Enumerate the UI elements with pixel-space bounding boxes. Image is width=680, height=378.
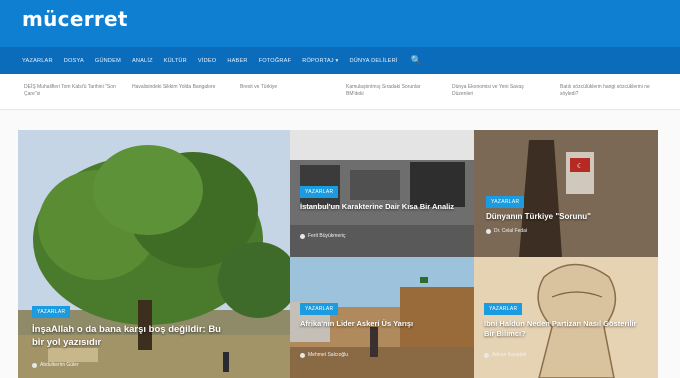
category-badge[interactable]: YAZARLAR — [300, 186, 339, 198]
search-icon[interactable]: 🔍 — [411, 55, 422, 66]
ticker-item[interactable]: Dünya Ekonomisi ve Yeni Savaş Düzenleri — [452, 84, 544, 98]
user-icon — [484, 352, 489, 358]
featured-grid: YAZARLAR İnşaAllah o da bana karşı boş d… — [0, 110, 680, 378]
ticker-item[interactable]: DEİŞ Muhalifleri Tom Kalsi'ü Tarihini "S… — [24, 84, 116, 98]
card-title[interactable]: İbni Haldun Neden Partizan Nasıl Gösteri… — [484, 319, 649, 339]
nav-item-yazarlar[interactable]: YAZARLAR — [22, 58, 53, 64]
featured-card[interactable]: ☾ YAZARLAR Dünyanın Türkiye "Sorunu" Dr.… — [474, 130, 658, 257]
card-author: Adnan Karadeli — [484, 352, 526, 358]
nav-item-analiz[interactable]: ANALİZ — [132, 58, 153, 64]
user-icon — [300, 352, 305, 358]
author-name[interactable]: Dr. Celal Fedai — [494, 228, 527, 234]
nav-item-haber[interactable]: HABER — [227, 58, 247, 64]
category-badge[interactable]: YAZARLAR — [32, 306, 71, 318]
nav-item-dunya-delileri[interactable]: DÜNYA DELİLERİ — [350, 58, 398, 64]
category-badge[interactable]: YAZARLAR — [486, 196, 525, 208]
card-title[interactable]: İstanbul'un Karakterine Dair Kısa Bir An… — [300, 202, 465, 212]
news-ticker: DEİŞ Muhalifleri Tom Kalsi'ü Tarihini "S… — [0, 74, 680, 110]
nav-item-dosya[interactable]: DOSYA — [64, 58, 84, 64]
author-name[interactable]: Abdulkerim Güler — [40, 362, 79, 368]
portrait-sketch — [474, 257, 658, 378]
card-author: Abdulkerim Güler — [32, 362, 79, 368]
card-title[interactable]: İnşaAllah o da bana karşı boş değildir: … — [32, 323, 222, 349]
category-badge[interactable]: YAZARLAR — [300, 303, 339, 315]
user-icon — [300, 233, 305, 239]
ticker-item[interactable]: Kamulaştırılmış Sıradaki Sorunlar BM'dek… — [346, 84, 438, 98]
category-badge[interactable]: YAZARLAR — [484, 303, 523, 315]
ticker-item[interactable]: Brexit ve Türkiye — [240, 84, 332, 91]
site-header: mücerret — [0, 0, 680, 47]
featured-card[interactable]: YAZARLAR İstanbul'un Karakterine Dair Kı… — [290, 130, 474, 257]
card-author: Ferit Büyükmeriç — [300, 233, 346, 239]
card-title[interactable]: Dünyanın Türkiye "Sorunu" — [486, 212, 651, 222]
user-icon — [32, 362, 37, 368]
user-icon — [486, 228, 491, 234]
ticker-item[interactable]: Havalisindeki Sikkim Yolda Bangalore — [132, 84, 224, 91]
featured-card-large[interactable]: YAZARLAR İnşaAllah o da bana karşı boş d… — [18, 130, 290, 378]
ticker-item[interactable]: Batılı sözcülüklerin hangi sözcüklerini … — [560, 84, 652, 98]
featured-card[interactable]: YAZARLAR İbni Haldun Neden Partizan Nası… — [474, 257, 658, 378]
nav-item-roportaj[interactable]: RÖPORTAJ ▾ — [302, 58, 338, 64]
wall-photo: ☾ — [474, 130, 658, 257]
featured-card[interactable]: YAZARLAR Afrika'nın Lider Askeri Üs Yarı… — [290, 257, 474, 378]
svg-text:☾: ☾ — [577, 162, 583, 170]
nav-item-gundem[interactable]: GÜNDEM — [95, 58, 121, 64]
street-photo — [290, 257, 474, 378]
card-author: Mehmet Salcıoğlu — [300, 352, 348, 358]
author-name[interactable]: Adnan Karadeli — [492, 352, 526, 358]
main-nav: YAZARLAR DOSYA GÜNDEM ANALİZ KÜLTÜR VİDE… — [0, 47, 680, 74]
author-name[interactable]: Ferit Büyükmeriç — [308, 233, 346, 239]
site-logo[interactable]: mücerret — [22, 7, 128, 31]
card-author: Dr. Celal Fedai — [486, 228, 527, 234]
nav-item-video[interactable]: VİDEO — [198, 58, 216, 64]
card-title[interactable]: Afrika'nın Lider Askeri Üs Yarışı — [300, 319, 465, 329]
nav-item-kultur[interactable]: KÜLTÜR — [164, 58, 187, 64]
author-name[interactable]: Mehmet Salcıoğlu — [308, 352, 348, 358]
nav-item-fotograf[interactable]: FOTOĞRAF — [259, 58, 292, 64]
